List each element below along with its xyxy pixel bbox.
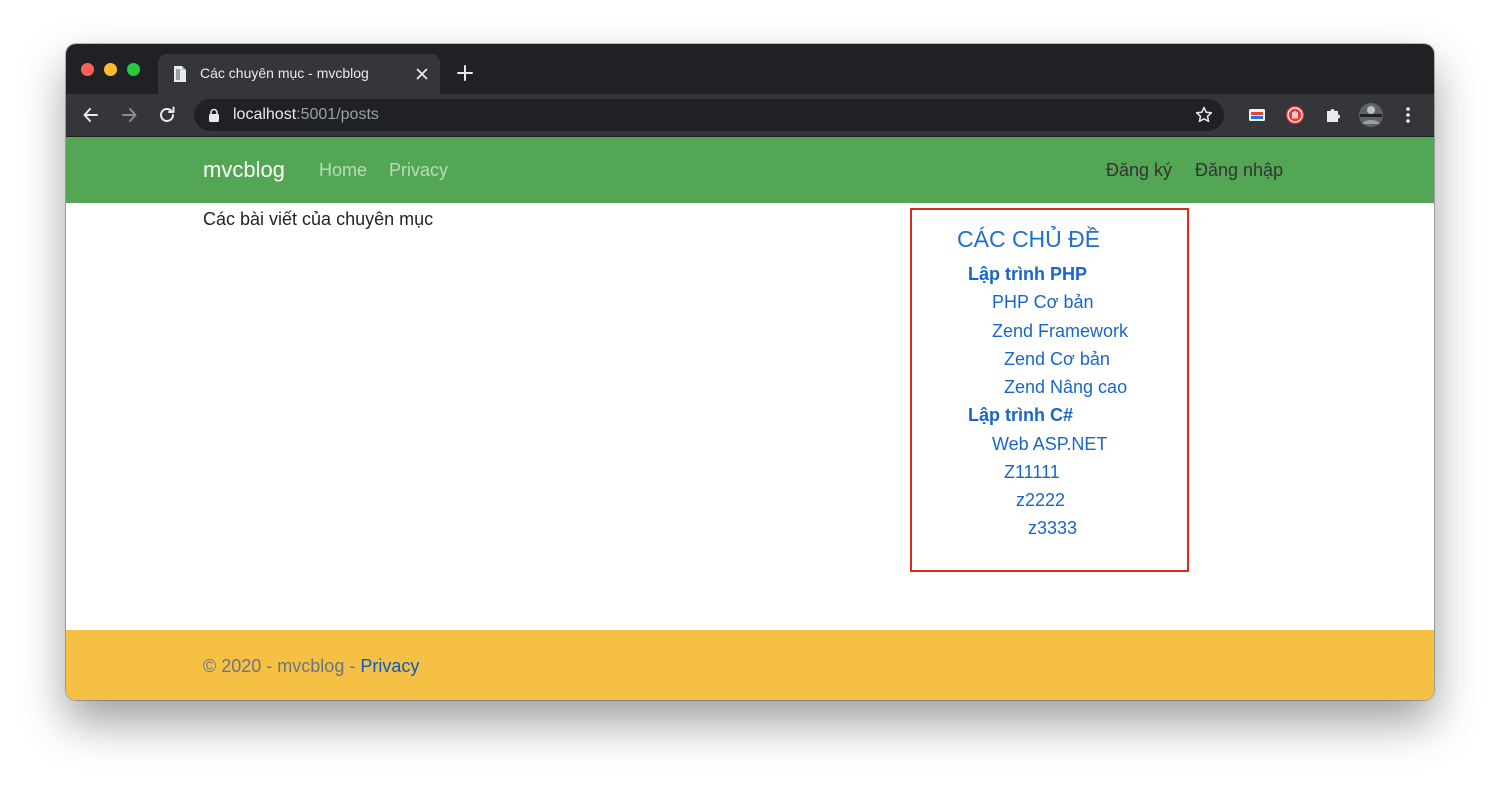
register-link[interactable]: Đăng ký (1106, 160, 1172, 181)
tab-title: Các chuyên mục - mvcblog (200, 65, 369, 81)
page-heading: Các bài viết của chuyên mục (203, 209, 434, 229)
browser-tab[interactable]: Các chuyên mục - mvcblog (158, 54, 440, 94)
tab-strip: Các chuyên mục - mvcblog (66, 44, 1434, 94)
category-link[interactable]: Zend Cơ bản (1004, 349, 1110, 370)
back-icon[interactable] (81, 105, 101, 125)
category-link[interactable]: Web ASP.NET (992, 434, 1107, 455)
maximize-window-button[interactable] (127, 63, 140, 76)
category-link[interactable]: Zend Framework (992, 321, 1128, 342)
site-navbar: mvcblog Home Privacy Đăng ký Đăng nhập (66, 137, 1434, 203)
adblock-icon[interactable] (1285, 105, 1305, 125)
url-text[interactable]: localhost:5001/posts (233, 106, 379, 124)
category-link[interactable]: Lập trình C# (968, 405, 1073, 426)
document-icon (174, 66, 186, 82)
profile-avatar[interactable] (1358, 102, 1384, 128)
menu-kebab-icon[interactable] (1398, 105, 1418, 125)
cast-extension-icon[interactable] (1247, 105, 1267, 125)
forward-icon[interactable] (119, 105, 139, 125)
address-bar[interactable]: localhost:5001/posts (194, 99, 1224, 131)
new-tab-icon[interactable] (456, 64, 474, 82)
categories-title: CÁC CHỦ ĐỀ (957, 226, 1101, 252)
close-tab-icon[interactable] (414, 66, 430, 82)
category-link[interactable]: Zend Nâng cao (1004, 377, 1127, 398)
nav-link-privacy[interactable]: Privacy (389, 160, 448, 181)
bookmark-star-icon[interactable] (1194, 105, 1214, 125)
url-path: :5001/posts (296, 106, 379, 123)
category-link[interactable]: z3333 (1028, 518, 1077, 539)
category-link[interactable]: PHP Cơ bản (992, 292, 1094, 313)
lock-icon[interactable] (208, 108, 220, 122)
reload-icon[interactable] (157, 105, 177, 125)
category-link[interactable]: Lập trình PHP (968, 264, 1087, 285)
login-link[interactable]: Đăng nhập (1195, 160, 1283, 181)
close-window-button[interactable] (81, 63, 94, 76)
brand-link[interactable]: mvcblog (203, 157, 285, 183)
footer-copyright-text: © 2020 - mvcblog - (203, 656, 361, 676)
extensions-puzzle-icon[interactable] (1323, 105, 1343, 125)
footer-copyright: © 2020 - mvcblog - Privacy (203, 656, 419, 677)
categories-panel: CÁC CHỦ ĐỀ Lập trình PHP PHP Cơ bản Zend… (910, 208, 1189, 572)
browser-window: Các chuyên mục - mvcblog localhost:5001/… (66, 44, 1434, 700)
category-link[interactable]: z2222 (1016, 490, 1065, 511)
nav-link-home[interactable]: Home (319, 160, 367, 181)
category-link[interactable]: Z11111 (1004, 462, 1060, 483)
site-footer: © 2020 - mvcblog - Privacy (66, 630, 1434, 700)
footer-privacy-link[interactable]: Privacy (360, 656, 419, 676)
url-host: localhost (233, 106, 297, 123)
browser-toolbar: localhost:5001/posts (66, 94, 1434, 137)
minimize-window-button[interactable] (104, 63, 117, 76)
